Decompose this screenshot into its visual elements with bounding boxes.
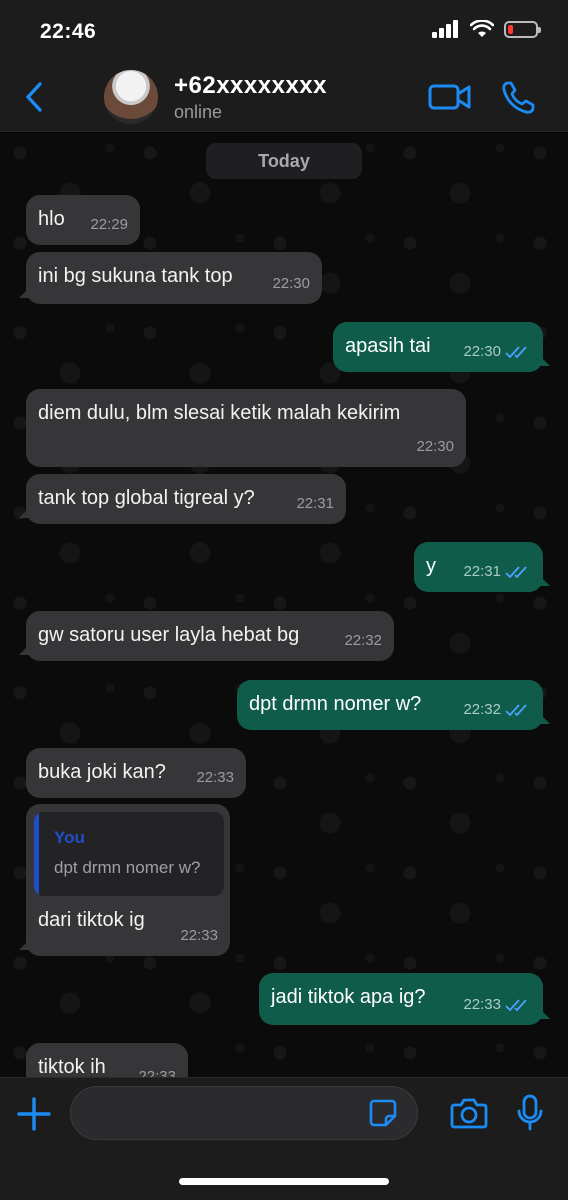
- message-time: 22:30: [463, 343, 501, 360]
- message-input[interactable]: [70, 1086, 418, 1140]
- message-text: gw satoru user layla hebat bg: [38, 624, 300, 646]
- message-time: 22:32: [463, 701, 501, 718]
- message-meta: 22:33: [138, 1065, 176, 1077]
- message-time: 22:31: [296, 495, 334, 512]
- message-meta: 22:33: [196, 766, 234, 790]
- camera-icon[interactable]: [450, 1096, 488, 1130]
- chevron-left-icon[interactable]: [20, 80, 50, 114]
- quote-bar: [34, 812, 39, 896]
- message-bubble-outgoing[interactable]: apasih tai 22:30: [333, 322, 543, 372]
- message-bubble-incoming[interactable]: tiktok ih 22:33: [26, 1043, 188, 1077]
- message-bubble-outgoing[interactable]: y 22:31: [414, 542, 543, 592]
- home-indicator[interactable]: [179, 1178, 389, 1185]
- message-bubble-incoming[interactable]: tank top global tigreal y? 22:31: [26, 474, 346, 524]
- message-time: 22:30: [416, 438, 454, 455]
- double-check-icon: [505, 566, 527, 579]
- message-meta: 22:29: [90, 213, 128, 237]
- message-bubble-reply[interactable]: You dpt drmn nomer w? dari tiktok ig 22:…: [26, 804, 230, 956]
- message-meta: 22:32: [344, 629, 382, 653]
- message-text: dari tiktok ig: [38, 909, 145, 931]
- message-bubble-incoming[interactable]: ini bg sukuna tank top 22:30: [26, 252, 322, 304]
- message-meta: 22:30: [416, 435, 454, 459]
- double-check-icon: [505, 346, 527, 359]
- input-bar: [0, 1077, 568, 1200]
- sticker-icon[interactable]: [368, 1098, 398, 1128]
- contact-avatar[interactable]: [104, 70, 158, 124]
- quote-author: You: [54, 828, 85, 847]
- battery-fill: [508, 24, 513, 34]
- contact-status: online: [174, 102, 223, 122]
- message-meta: 22:30: [463, 340, 531, 364]
- date-separator: Today: [206, 143, 362, 179]
- message-time: 22:33: [138, 1068, 176, 1077]
- message-text: tank top global tigreal y?: [38, 487, 255, 509]
- message-time: 22:32: [344, 632, 382, 649]
- status-bar: 22:46: [0, 0, 568, 60]
- message-time: 22:30: [272, 275, 310, 292]
- contact-name[interactable]: +62xxxxxxxx: [174, 72, 327, 100]
- message-text: diem dulu, blm slesai ketik malah kekiri…: [38, 402, 401, 424]
- message-text: ini bg sukuna tank top: [38, 265, 233, 287]
- wifi-icon: [470, 20, 494, 37]
- message-bubble-incoming[interactable]: diem dulu, blm slesai ketik malah kekiri…: [26, 389, 466, 467]
- message-meta: 22:33: [180, 924, 218, 948]
- video-camera-icon[interactable]: [428, 82, 472, 112]
- chat-area[interactable]: Today hlo 22:29 ini bg sukuna tank top 2…: [0, 133, 568, 1077]
- message-meta: 22:31: [296, 492, 334, 516]
- message-bubble-incoming[interactable]: gw satoru user layla hebat bg 22:32: [26, 611, 394, 661]
- microphone-icon[interactable]: [516, 1094, 544, 1132]
- message-meta: 22:30: [272, 272, 310, 296]
- double-check-icon: [505, 704, 527, 717]
- message-time: 22:29: [90, 216, 128, 233]
- message-meta: 22:32: [463, 698, 531, 722]
- message-meta: 22:31: [463, 560, 531, 584]
- message-bubble-incoming[interactable]: hlo 22:29: [26, 195, 140, 245]
- message-time: 22:31: [463, 563, 501, 580]
- message-time: 22:33: [196, 769, 234, 786]
- battery-icon: [504, 20, 541, 38]
- message-time: 22:33: [463, 996, 501, 1013]
- message-bubble-outgoing[interactable]: jadi tiktok apa ig? 22:33: [259, 973, 543, 1025]
- double-check-icon: [505, 999, 527, 1012]
- signal-icon: [432, 20, 458, 38]
- quote-text: dpt drmn nomer w?: [54, 858, 201, 877]
- quoted-message[interactable]: You dpt drmn nomer w?: [34, 812, 224, 896]
- message-bubble-outgoing[interactable]: dpt drmn nomer w? 22:32: [237, 680, 543, 730]
- chat-header: +62xxxxxxxx online: [0, 60, 568, 132]
- message-bubble-incoming[interactable]: buka joki kan? 22:33: [26, 748, 246, 798]
- plus-icon[interactable]: [16, 1096, 52, 1132]
- status-icons: [432, 20, 541, 38]
- status-time: 22:46: [40, 20, 97, 43]
- message-time: 22:33: [180, 927, 218, 944]
- phone-icon[interactable]: [500, 80, 536, 116]
- message-meta: 22:33: [463, 993, 531, 1017]
